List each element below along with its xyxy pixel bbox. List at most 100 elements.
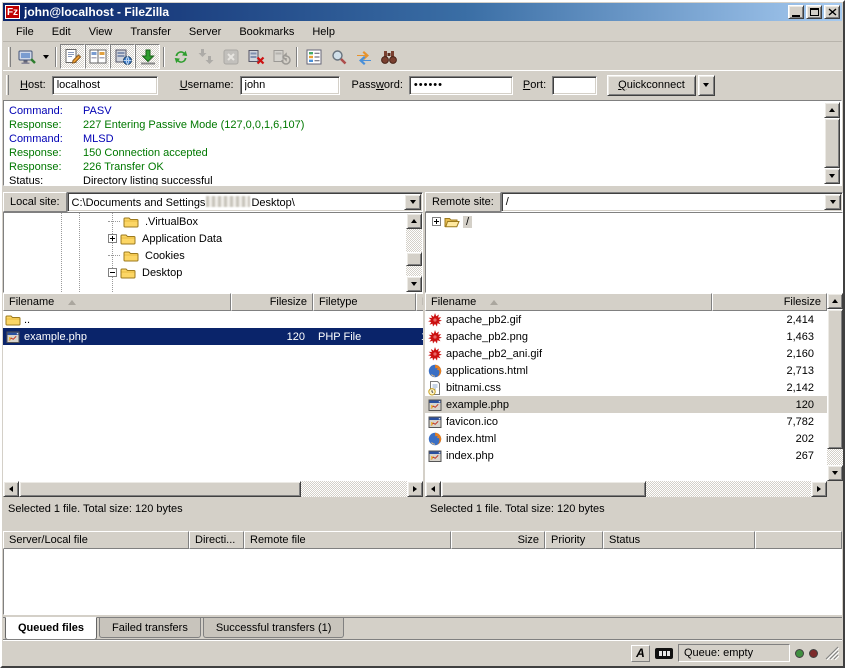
compare-directories-button[interactable]	[326, 44, 351, 69]
toggle-message-log-button[interactable]	[60, 44, 85, 69]
file-row[interactable]: apache_pb2.png 1,463	[425, 328, 827, 345]
tree-item-cookies[interactable]: Cookies	[4, 247, 422, 264]
tree-item-virtualbox[interactable]: .VirtualBox	[4, 213, 422, 230]
expand-plus-icon[interactable]	[432, 217, 441, 226]
host-input[interactable]	[52, 76, 158, 95]
scroll-down-button[interactable]	[824, 168, 840, 184]
toggle-transfer-queue-button[interactable]	[135, 44, 160, 69]
scroll-right-button[interactable]	[811, 481, 827, 497]
file-row[interactable]: index.html 202	[425, 430, 827, 447]
file-row-updir[interactable]: ..	[3, 311, 423, 328]
menu-edit[interactable]: Edit	[43, 23, 80, 41]
minimize-button[interactable]	[788, 5, 804, 19]
reconnect-button[interactable]	[268, 44, 293, 69]
menu-server[interactable]: Server	[180, 23, 230, 41]
tab-successful-transfers[interactable]: Successful transfers (1)	[203, 618, 345, 638]
scroll-left-button[interactable]	[425, 481, 441, 497]
remote-path: /	[506, 196, 509, 208]
scroll-up-button[interactable]	[406, 213, 422, 229]
scroll-left-button[interactable]	[3, 481, 19, 497]
column-header-remote-file[interactable]: Remote file	[244, 531, 451, 549]
collapse-minus-icon[interactable]	[108, 268, 117, 277]
remote-list-hscrollbar[interactable]	[425, 481, 827, 497]
scroll-right-button[interactable]	[407, 481, 423, 497]
column-header-server-local-file[interactable]: Server/Local file	[3, 531, 189, 549]
menu-help[interactable]: Help	[303, 23, 344, 41]
quickconnect-button[interactable]: Quickconnect	[607, 75, 696, 96]
file-row-selected[interactable]: example.php 120	[425, 396, 827, 413]
column-header-last-modified[interactable]: L	[416, 293, 423, 311]
scroll-down-button[interactable]	[827, 465, 843, 481]
file-row[interactable]: applications.html 2,713	[425, 362, 827, 379]
process-queue-button[interactable]	[193, 44, 218, 69]
speed-limit-icon[interactable]	[655, 648, 673, 659]
column-header-direction[interactable]: Directi...	[189, 531, 244, 549]
local-list-hscrollbar[interactable]	[3, 481, 423, 497]
scrollbar-thumb[interactable]	[441, 481, 646, 497]
find-files-button[interactable]	[376, 44, 401, 69]
scrollbar-thumb[interactable]	[827, 309, 843, 449]
transfer-type-indicator-icon[interactable]: A	[631, 645, 650, 662]
refresh-button[interactable]	[168, 44, 193, 69]
file-row-example-php[interactable]: example.php 120 PHP File 1	[3, 328, 423, 345]
password-input[interactable]	[409, 76, 513, 95]
column-header-filesize[interactable]: Filesize	[231, 293, 313, 311]
port-input[interactable]	[552, 76, 597, 95]
local-tree[interactable]: .VirtualBox Application Data Cookies Des…	[3, 212, 423, 293]
maximize-button[interactable]	[806, 5, 822, 19]
menu-transfer[interactable]: Transfer	[121, 23, 180, 41]
column-header-filetype[interactable]: Filetype	[313, 293, 416, 311]
remote-site-dropdown-button[interactable]	[824, 194, 841, 210]
local-file-list[interactable]: .. example.php 120 PHP File 1	[3, 311, 423, 481]
cancel-operation-button[interactable]	[218, 44, 243, 69]
scrollbar-thumb[interactable]	[824, 118, 840, 168]
tree-item-root[interactable]: /	[426, 213, 842, 230]
scrollbar-thumb[interactable]	[406, 252, 422, 266]
column-header-filename[interactable]: Filename	[425, 293, 712, 311]
toggle-tree-view-button[interactable]	[85, 44, 110, 69]
quickconnect-dropdown-button[interactable]	[698, 75, 715, 96]
disconnect-button[interactable]	[243, 44, 268, 69]
column-header-filesize[interactable]: Filesize	[712, 293, 827, 311]
site-manager-dropdown-button[interactable]	[39, 44, 52, 69]
directory-filter-button[interactable]	[301, 44, 326, 69]
scrollbar-thumb[interactable]	[19, 481, 301, 497]
file-row[interactable]: apache_pb2.gif 2,414	[425, 311, 827, 328]
tree-item-desktop[interactable]: Desktop	[4, 264, 422, 281]
column-header-size[interactable]: Size	[451, 531, 545, 549]
file-row[interactable]: index.php 267	[425, 447, 827, 464]
scroll-down-button[interactable]	[406, 276, 422, 292]
log-scrollbar[interactable]	[824, 102, 840, 184]
column-header-priority[interactable]: Priority	[545, 531, 603, 549]
title-bar[interactable]: Fz john@localhost - FileZilla	[3, 3, 842, 21]
resize-grip[interactable]	[825, 646, 839, 660]
menu-bookmarks[interactable]: Bookmarks	[230, 23, 303, 41]
close-button[interactable]	[824, 5, 840, 19]
tree-item-application-data[interactable]: Application Data	[4, 230, 422, 247]
menu-file[interactable]: File	[7, 23, 43, 41]
site-manager-button[interactable]	[14, 44, 39, 69]
column-header-status[interactable]: Status	[603, 531, 755, 549]
column-header-filename[interactable]: Filename	[3, 293, 231, 311]
remote-file-list[interactable]: apache_pb2.gif 2,414 apache_pb2.png 1,46…	[425, 311, 827, 481]
file-row[interactable]: bitnami.css 2,142	[425, 379, 827, 396]
menu-view[interactable]: View	[80, 23, 122, 41]
scroll-up-button[interactable]	[827, 293, 843, 309]
expand-plus-icon[interactable]	[108, 234, 117, 243]
transfer-queue-icon	[138, 47, 158, 67]
remote-tree[interactable]: /	[425, 212, 843, 293]
local-site-dropdown-button[interactable]	[404, 194, 421, 210]
tab-failed-transfers[interactable]: Failed transfers	[99, 618, 201, 638]
local-tree-scrollbar[interactable]	[406, 213, 422, 292]
file-row[interactable]: favicon.ico 7,782	[425, 413, 827, 430]
username-input[interactable]	[240, 76, 340, 95]
remote-site-combobox[interactable]: /	[501, 192, 843, 212]
remote-list-vscrollbar[interactable]	[827, 293, 843, 481]
file-row[interactable]: apache_pb2_ani.gif 2,160	[425, 345, 827, 362]
queue-list[interactable]	[3, 549, 842, 615]
local-site-combobox[interactable]: C:\Documents and SettingsDesktop\	[67, 192, 423, 212]
tab-queued-files[interactable]: Queued files	[5, 617, 97, 640]
synchronized-browsing-button[interactable]	[351, 44, 376, 69]
toggle-remote-tree-button[interactable]	[110, 44, 135, 69]
scroll-up-button[interactable]	[824, 102, 840, 118]
